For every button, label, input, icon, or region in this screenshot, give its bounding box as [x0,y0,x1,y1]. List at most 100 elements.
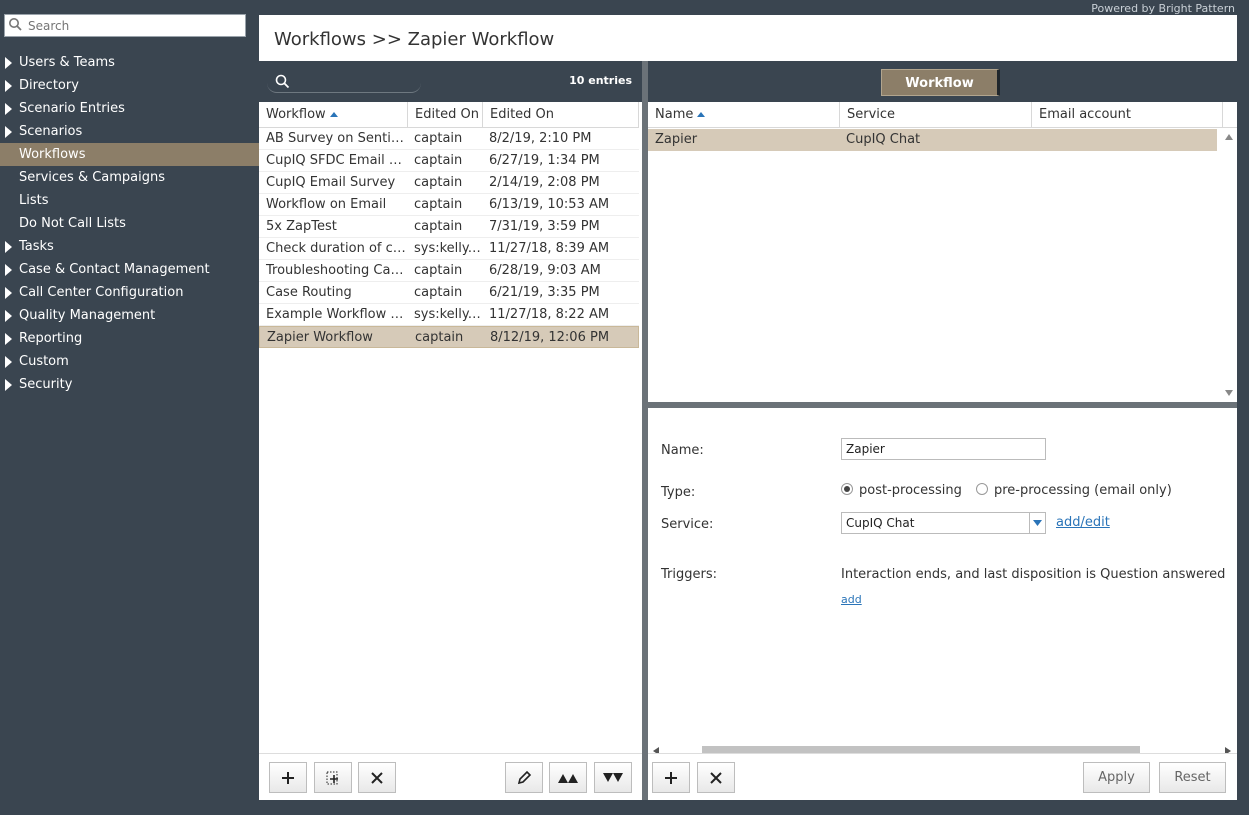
move-up-button[interactable] [549,762,587,793]
sidebar-item-security[interactable]: Security [0,373,259,396]
table-row[interactable]: 5x ZapTest captain 7/31/19, 3:59 PM [259,216,639,238]
edited-on: 6/21/19, 3:35 PM [489,285,600,300]
sidebar-item-call-center-configuration[interactable]: Call Center Configuration [0,281,259,304]
table-row[interactable]: Zapier Workflow captain 8/12/19, 12:06 PM [259,326,639,348]
expand-arrow-icon[interactable] [5,379,12,391]
sidebar-item-do-not-call-lists[interactable]: Do Not Call Lists [0,212,259,235]
table-row[interactable]: CupIQ SFDC Email Pr... captain 6/27/19, 1:… [259,150,639,172]
workflow-name: AB Survey on Sentim... [266,131,407,146]
table-row[interactable]: CupIQ Email Survey captain 2/14/19, 2:08 P… [259,172,639,194]
sidebar-item-workflows[interactable]: Workflows [0,143,259,166]
table-row[interactable]: Example Workflow - ... sys:kelly.... 11/27… [259,304,639,326]
workflow-name: CupIQ Email Survey [266,175,396,190]
col-header-edited-by[interactable]: Edited On [408,102,483,128]
col-header-service[interactable]: Service [840,102,1032,128]
sidebar-item-label: Scenarios [19,124,83,139]
table-row[interactable]: Case Routing captain 6/21/19, 3:35 PM [259,282,639,304]
sidebar-item-label: Reporting [19,331,83,346]
chevron-down-icon[interactable] [1029,513,1045,533]
col-header-name[interactable]: Name [648,102,840,128]
expand-arrow-icon[interactable] [5,126,12,138]
edit-button[interactable] [505,762,543,793]
sidebar-search-input[interactable] [28,18,238,33]
table-row[interactable]: Check duration of ca... sys:kelly.... 11/2… [259,238,639,260]
sidebar-item-label: Lists [19,193,49,208]
detail-toolbar: Workflow Entries [648,61,1237,118]
sidebar-item-quality-management[interactable]: Quality Management [0,304,259,327]
edited-by: captain [414,285,463,300]
expand-arrow-icon[interactable] [5,356,12,368]
col-header-email-account[interactable]: Email account [1032,102,1223,128]
sidebar: Users & Teams Directory Scenario Entries Sc… [0,0,259,815]
sidebar-item-directory[interactable]: Directory [0,74,259,97]
entries-table-header: Name Service Email account [648,102,1237,128]
expand-arrow-icon[interactable] [5,103,12,115]
list-search[interactable] [267,70,421,93]
edited-on: 11/27/18, 8:39 AM [489,241,610,256]
sidebar-item-scenarios[interactable]: Scenarios [0,120,259,143]
tab-workflow-entries[interactable]: Workflow Entries [881,69,1000,118]
list-footer [259,753,642,800]
post-processing-option[interactable]: post-processing [841,483,962,498]
expand-arrow-icon[interactable] [5,310,12,322]
expand-arrow-icon[interactable] [5,264,12,276]
search-icon [8,17,26,35]
sidebar-item-services-campaigns[interactable]: Services & Campaigns [0,166,259,189]
delete-entry-button[interactable] [697,762,735,793]
workflow-name: CupIQ SFDC Email Pr... [266,153,407,168]
sidebar-item-label: Services & Campaigns [19,170,166,185]
detail-footer: Apply Reset [648,753,1237,800]
add-edit-link[interactable]: add/edit [1056,515,1110,530]
workflow-rows: AB Survey on Sentim... captain 8/2/19, 2:1… [259,128,639,348]
edited-by: sys:kelly.... [414,307,482,322]
edited-on: 8/12/19, 12:06 PM [490,330,610,345]
sidebar-item-reporting[interactable]: Reporting [0,327,259,350]
name-label: Name: [661,443,704,458]
expand-arrow-icon[interactable] [5,241,12,253]
sidebar-item-tasks[interactable]: Tasks [0,235,259,258]
delete-button[interactable] [358,762,396,793]
edited-by: captain [414,219,463,234]
sidebar-search[interactable] [4,14,246,37]
close-icon [371,771,383,784]
apply-button[interactable]: Apply [1083,762,1150,793]
add-button[interactable] [269,762,307,793]
pre-processing-option[interactable]: pre-processing (email only) [975,483,1172,498]
entry-form: Name: Zapier Type: post-processing pre-p… [648,408,1237,758]
name-field[interactable]: Zapier [841,438,1046,460]
expand-arrow-icon[interactable] [5,80,12,92]
vertical-scrollbar[interactable] [1221,128,1237,402]
edited-on: 11/27/18, 8:22 AM [489,307,610,322]
radio-pre-processing[interactable] [975,483,988,495]
table-row[interactable]: Workflow on Email captain 6/13/19, 10:53 A… [259,194,639,216]
workflow-name: Case Routing [266,285,352,300]
sidebar-item-case-contact-management[interactable]: Case & Contact Management [0,258,259,281]
option-label: post-processing [859,483,962,498]
radio-post-processing[interactable] [841,483,853,495]
sidebar-item-custom[interactable]: Custom [0,350,259,373]
col-header-workflow[interactable]: Workflow [259,102,408,128]
copy-button[interactable] [314,762,352,793]
move-down-button[interactable] [594,762,632,793]
edited-by: captain [414,263,463,278]
table-row[interactable]: Zapier CupIQ Chat [648,129,1217,151]
add-trigger-link[interactable]: add [841,593,862,606]
edited-on: 7/31/19, 3:59 PM [489,219,600,234]
service-select[interactable]: CupIQ Chat [841,512,1046,534]
table-row[interactable]: AB Survey on Sentim... captain 8/2/19, 2:1… [259,128,639,150]
sidebar-item-scenario-entries[interactable]: Scenario Entries [0,97,259,120]
search-icon [275,74,290,89]
edited-by: captain [415,330,464,345]
expand-arrow-icon[interactable] [5,333,12,345]
sidebar-item-users-teams[interactable]: Users & Teams [0,51,259,74]
table-row[interactable]: Troubleshooting Cas... captain 6/28/19, 9:… [259,260,639,282]
expand-arrow-icon[interactable] [5,287,12,299]
edited-by: captain [414,153,463,168]
workflow-name: Example Workflow - ... [266,307,407,322]
sidebar-item-label: Do Not Call Lists [19,216,126,231]
reset-button[interactable]: Reset [1159,762,1226,793]
sidebar-item-lists[interactable]: Lists [0,189,259,212]
expand-arrow-icon[interactable] [5,57,12,69]
add-entry-button[interactable] [652,762,690,793]
col-header-edited-on[interactable]: Edited On [483,102,639,128]
